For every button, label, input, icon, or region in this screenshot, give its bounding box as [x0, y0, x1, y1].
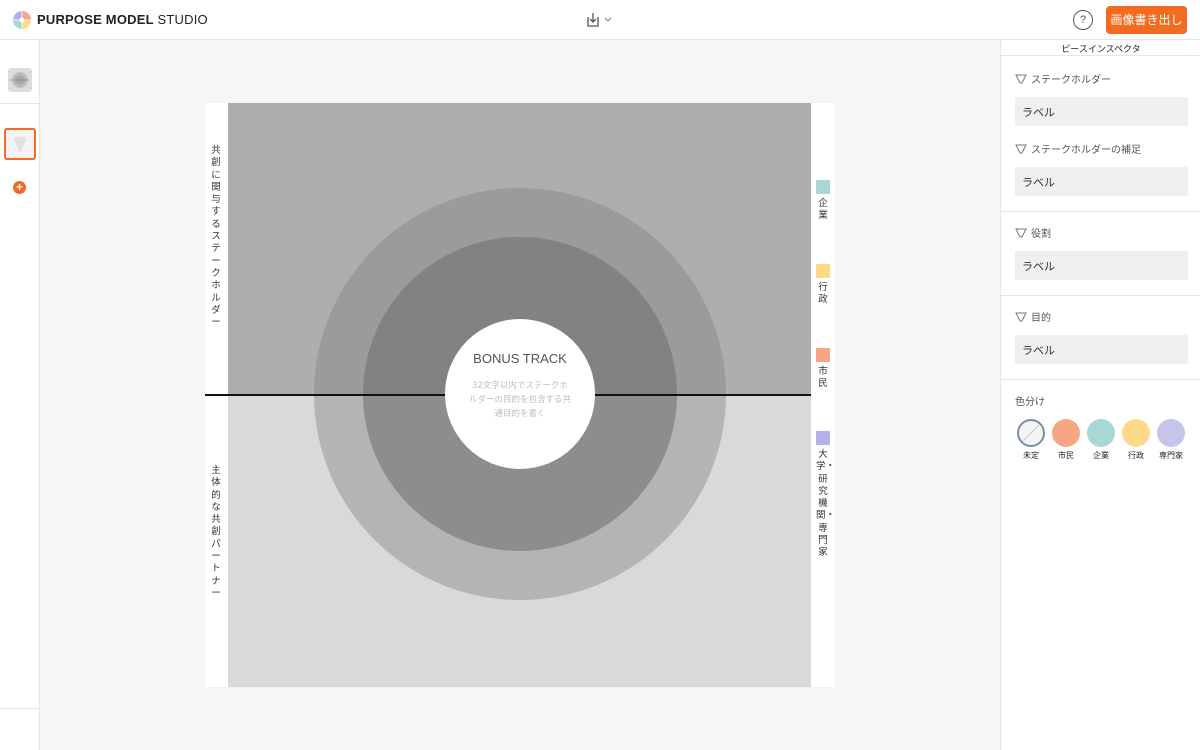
citizen-swatch[interactable] — [1052, 419, 1080, 447]
stakeholder-note-field-label: ステークホルダーの補足 — [1015, 141, 1141, 156]
swatch-label: 企業 — [1093, 451, 1109, 460]
download-icon — [587, 13, 612, 27]
field-label-text: ステークホルダー — [1031, 75, 1111, 86]
model-canvas[interactable]: BONUS TRACK 32文字以内でステークホルダーの目的を包含する共通目的を… — [205, 103, 835, 687]
swatch-government[interactable]: 行政 — [1121, 419, 1151, 461]
background-thumbnail[interactable] — [8, 68, 32, 92]
piece-icon — [13, 137, 27, 152]
purpose-description: 32文字以内でステークホルダーの目的を包含する共通目的を書く — [468, 381, 571, 419]
piece-thumbnail[interactable] — [4, 128, 36, 160]
app-title-bold: PURPOSE MODEL — [37, 12, 154, 27]
stakeholder-field-label: ステークホルダー — [1015, 71, 1111, 86]
legend-label: 行政 — [818, 282, 828, 306]
inspector-title: ピースインスペクタ — [1061, 45, 1141, 55]
purpose-circle[interactable]: BONUS TRACK 32文字以内でステークホルダーの目的を包含する共通目的を… — [445, 319, 595, 469]
piece-shape-icon — [1015, 312, 1027, 322]
swatch-label: 未定 — [1023, 451, 1039, 460]
stakeholder-input[interactable] — [1015, 97, 1188, 126]
swatch-label: 行政 — [1128, 451, 1144, 460]
export-image-button[interactable]: 画像書き出し — [1106, 6, 1187, 34]
legend-swatch — [816, 431, 830, 445]
section-divider — [1001, 379, 1200, 380]
partner-zone-label: 主体的な共創パートナー — [211, 465, 221, 599]
purpose-input[interactable] — [1015, 335, 1188, 364]
color-section-title: 色分け — [1015, 397, 1045, 408]
field-label-text: 役割 — [1031, 229, 1051, 240]
expert-swatch[interactable] — [1157, 419, 1185, 447]
undecided-swatch[interactable] — [1017, 419, 1045, 447]
role-input[interactable] — [1015, 251, 1188, 280]
government-swatch[interactable] — [1122, 419, 1150, 447]
left-rail: + — [0, 40, 40, 750]
inspector-title-divider — [1001, 55, 1200, 56]
swatch-expert[interactable]: 専門家 — [1156, 419, 1186, 461]
legend-label: 大学・研究機関・専門家 — [816, 449, 836, 559]
swatch-company[interactable]: 企業 — [1086, 419, 1116, 461]
legend-swatch — [816, 264, 830, 278]
app-title-light: STUDIO — [157, 12, 208, 27]
swatch-label: 市民 — [1058, 451, 1074, 460]
add-piece-button[interactable]: + — [13, 181, 26, 194]
rail-divider — [0, 103, 39, 104]
logo-icon — [13, 11, 31, 29]
section-divider — [1001, 211, 1200, 212]
piece-shape-icon — [1015, 74, 1027, 84]
swatch-undecided[interactable]: 未定 — [1016, 419, 1046, 461]
purpose-title: BONUS TRACK — [473, 351, 567, 366]
legend-item-government: 行政 — [816, 264, 830, 307]
swatch-citizen[interactable]: 市民 — [1051, 419, 1081, 461]
legend-item-company: 企業 — [816, 180, 830, 223]
piece-shape-icon — [1015, 228, 1027, 238]
background-thumbnail-icon — [10, 72, 30, 88]
legend-item-expert: 大学・研究機関・専門家 — [816, 431, 836, 560]
download-menu-button[interactable] — [585, 11, 615, 29]
swatch-label: 専門家 — [1159, 451, 1183, 460]
company-swatch[interactable] — [1087, 419, 1115, 447]
none-slash-icon — [1022, 424, 1040, 442]
legend-label: 企業 — [818, 198, 828, 222]
field-label-text: ステークホルダーの補足 — [1031, 145, 1141, 156]
purpose-field-label: 目的 — [1015, 309, 1051, 324]
piece-inspector: ピースインスペクタ ステークホルダー ステークホルダーの補足 役割 目的 色分け… — [1000, 40, 1200, 750]
section-divider — [1001, 295, 1200, 296]
stakeholder-note-input[interactable] — [1015, 167, 1188, 196]
top-bar: PURPOSE MODEL STUDIO ? 画像書き出し — [0, 0, 1200, 40]
field-label-text: 目的 — [1031, 313, 1051, 324]
role-field-label: 役割 — [1015, 225, 1051, 240]
piece-shape-icon — [1015, 144, 1027, 154]
legend-swatch — [816, 348, 830, 362]
help-button[interactable]: ? — [1073, 10, 1093, 30]
app-title: PURPOSE MODEL STUDIO — [37, 12, 208, 27]
rail-divider — [0, 708, 39, 709]
legend-label: 市民 — [818, 366, 828, 390]
legend-swatch — [816, 180, 830, 194]
stakeholder-zone-label: 共創に関与するステークホルダー — [211, 145, 221, 329]
legend-item-citizen: 市民 — [816, 348, 830, 391]
